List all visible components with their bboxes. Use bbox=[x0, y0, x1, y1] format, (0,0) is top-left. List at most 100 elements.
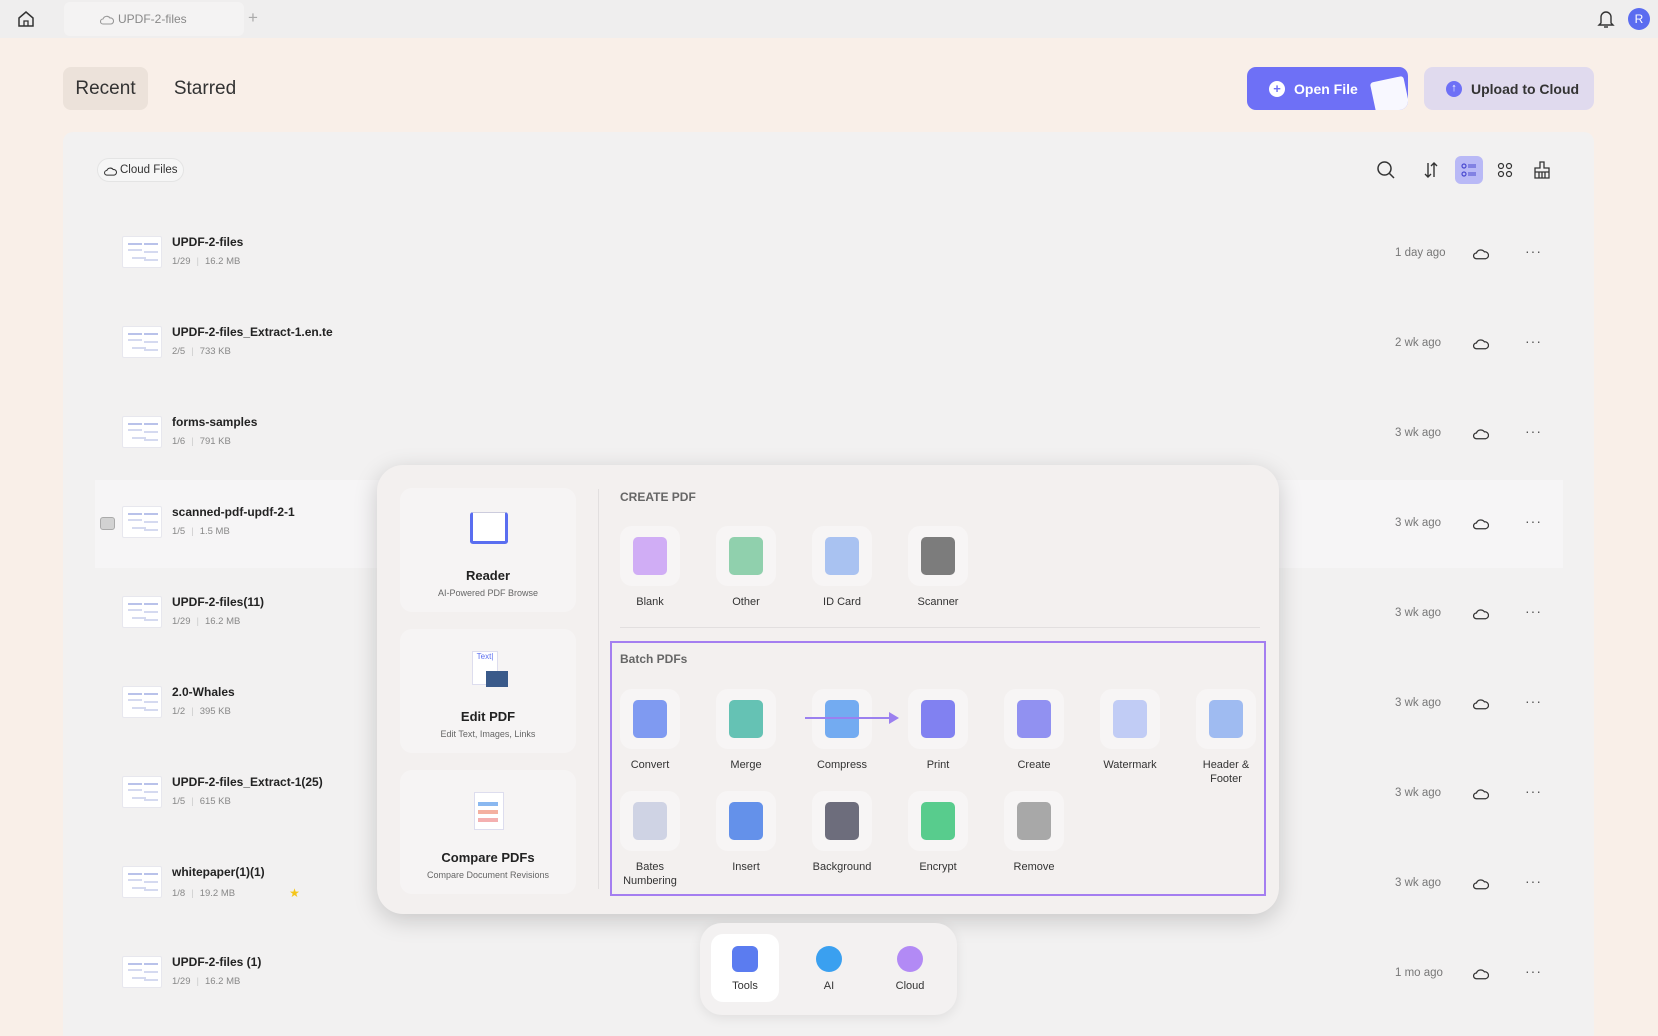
modified-date: 3 wk ago bbox=[1395, 877, 1442, 889]
batch-pdfs-heading: Batch PDFs bbox=[620, 652, 688, 666]
print-button[interactable]: Print bbox=[893, 689, 983, 772]
cloud-icon[interactable] bbox=[1473, 606, 1490, 625]
edit-pdf-card[interactable]: Text| Edit PDF Edit Text, Images, Links bbox=[400, 629, 576, 753]
cloud-icon[interactable] bbox=[1473, 966, 1490, 985]
tools-popup: Reader AI-Powered PDF Browse Text| Edit … bbox=[377, 465, 1279, 914]
header-footer-button[interactable]: Header & Footer bbox=[1181, 689, 1271, 786]
file-name: UPDF-2-files_Extract-1.en.te bbox=[172, 325, 333, 339]
dock-ai-button[interactable]: AI bbox=[795, 934, 863, 1002]
document-tab[interactable]: UPDF-2-files bbox=[64, 2, 244, 36]
more-options-icon[interactable]: ··· bbox=[1525, 963, 1542, 979]
more-options-icon[interactable]: ··· bbox=[1525, 693, 1542, 709]
insert-button[interactable]: Insert bbox=[701, 791, 791, 874]
page-count: 1/29 bbox=[172, 616, 191, 627]
file-row[interactable]: UPDF-2-files 1/29 | 16.2 MB 1 day ago ··· bbox=[95, 210, 1563, 298]
file-thumbnail bbox=[122, 596, 162, 628]
other-icon bbox=[716, 526, 776, 586]
cloud-icon[interactable] bbox=[1473, 246, 1490, 265]
file-size: 16.2 MB bbox=[204, 976, 241, 987]
divider bbox=[598, 489, 599, 889]
file-name: 2.0-Whales bbox=[172, 685, 235, 699]
file-meta: 1/5 | 1.5 MB bbox=[172, 526, 230, 537]
modified-date: 3 wk ago bbox=[1395, 787, 1442, 799]
bates-numbering-button[interactable]: Bates Numbering bbox=[605, 791, 695, 888]
item-label: Blank bbox=[636, 596, 664, 608]
file-meta: 1/29 | 16.2 MB bbox=[172, 256, 241, 267]
item-label: Background bbox=[812, 861, 872, 873]
id-card-button[interactable]: ID Card bbox=[797, 526, 887, 609]
file-name: forms-samples bbox=[172, 415, 258, 429]
id-card-icon bbox=[812, 526, 872, 586]
bates-numbering-icon bbox=[620, 791, 680, 851]
home-icon[interactable] bbox=[17, 10, 35, 28]
scanner-button[interactable]: Scanner bbox=[893, 526, 983, 609]
modified-date: 3 wk ago bbox=[1395, 427, 1442, 439]
new-tab-button[interactable]: + bbox=[248, 8, 258, 28]
star-icon[interactable]: ★ bbox=[289, 886, 300, 900]
cloud-files-filter[interactable]: Cloud Files bbox=[97, 158, 184, 182]
cloud-icon[interactable] bbox=[1473, 336, 1490, 355]
search-icon[interactable] bbox=[1373, 157, 1399, 183]
clean-icon[interactable] bbox=[1529, 157, 1555, 183]
more-options-icon[interactable]: ··· bbox=[1525, 243, 1542, 259]
file-thumbnail bbox=[122, 506, 162, 538]
cloud-icon[interactable] bbox=[1473, 696, 1490, 715]
more-options-icon[interactable]: ··· bbox=[1525, 873, 1542, 889]
page-count: 1/6 bbox=[172, 436, 186, 447]
sort-icon[interactable] bbox=[1418, 157, 1444, 183]
item-label: Print bbox=[926, 759, 950, 771]
encrypt-button[interactable]: Encrypt bbox=[893, 791, 983, 874]
compare-pdfs-card[interactable]: Compare PDFs Compare Document Revisions bbox=[400, 770, 576, 894]
page-count: 1/5 bbox=[172, 796, 186, 807]
other-button[interactable]: Other bbox=[701, 526, 791, 609]
reader-card[interactable]: Reader AI-Powered PDF Browse bbox=[400, 488, 576, 612]
list-view-icon[interactable] bbox=[1455, 156, 1483, 184]
cloud-icon[interactable] bbox=[1473, 516, 1490, 535]
watermark-button[interactable]: Watermark bbox=[1085, 689, 1175, 772]
background-icon bbox=[812, 791, 872, 851]
file-size: 395 KB bbox=[199, 706, 231, 717]
bottom-dock: Tools AI Cloud bbox=[700, 923, 957, 1015]
dock-cloud-button[interactable]: Cloud bbox=[876, 934, 944, 1002]
remove-button[interactable]: Remove bbox=[989, 791, 1079, 874]
background-button[interactable]: Background bbox=[797, 791, 887, 874]
tab-starred[interactable]: Starred bbox=[160, 67, 250, 110]
more-options-icon[interactable]: ··· bbox=[1525, 333, 1542, 349]
open-file-label: Open File bbox=[1294, 80, 1358, 97]
upload-to-cloud-button[interactable]: ↑ Upload to Cloud bbox=[1424, 67, 1594, 110]
file-size: 733 KB bbox=[199, 346, 231, 357]
blank-button[interactable]: Blank bbox=[605, 526, 695, 609]
item-label: Other bbox=[732, 596, 760, 608]
more-options-icon[interactable]: ··· bbox=[1525, 423, 1542, 439]
bell-icon[interactable] bbox=[1597, 9, 1615, 29]
card-subtitle: AI-Powered PDF Browse bbox=[437, 588, 539, 598]
header-footer-icon bbox=[1196, 689, 1256, 749]
merge-button[interactable]: Merge bbox=[701, 689, 791, 772]
create-button[interactable]: Create bbox=[989, 689, 1079, 772]
compare-icon bbox=[468, 788, 508, 832]
select-checkbox[interactable] bbox=[100, 517, 115, 530]
card-title: Reader bbox=[465, 568, 511, 583]
more-options-icon[interactable]: ··· bbox=[1525, 513, 1542, 529]
compress-button[interactable]: Compress bbox=[797, 689, 887, 772]
open-file-button[interactable]: + Open File bbox=[1247, 67, 1408, 110]
convert-button[interactable]: Convert bbox=[605, 689, 695, 772]
grid-view-icon[interactable] bbox=[1492, 157, 1518, 183]
dock-tools-button[interactable]: Tools bbox=[711, 934, 779, 1002]
item-label: Remove bbox=[1013, 861, 1055, 873]
tab-label: UPDF-2-files bbox=[118, 12, 187, 26]
tab-recent[interactable]: Recent bbox=[63, 67, 148, 110]
more-options-icon[interactable]: ··· bbox=[1525, 783, 1542, 799]
blank-icon bbox=[620, 526, 680, 586]
more-options-icon[interactable]: ··· bbox=[1525, 603, 1542, 619]
file-row[interactable]: UPDF-2-files_Extract-1.en.te 2/5 | 733 KB … bbox=[95, 300, 1563, 388]
cloud-icon[interactable] bbox=[1473, 786, 1490, 805]
file-thumbnail bbox=[122, 416, 162, 448]
cloud-files-label: Cloud Files bbox=[120, 164, 178, 176]
cloud-icon[interactable] bbox=[1473, 426, 1490, 445]
cloud-icon[interactable] bbox=[1473, 876, 1490, 895]
file-thumbnail bbox=[122, 866, 162, 898]
avatar[interactable]: R bbox=[1628, 8, 1650, 30]
merge-icon bbox=[716, 689, 776, 749]
file-size: 16.2 MB bbox=[204, 616, 241, 627]
